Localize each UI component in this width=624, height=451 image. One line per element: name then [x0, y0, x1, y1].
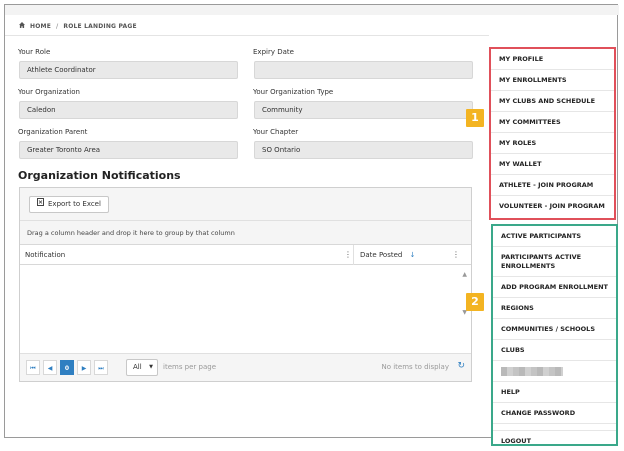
export-label: Export to Excel — [48, 200, 101, 208]
menu-item-clubs[interactable]: CLUBS — [493, 340, 616, 361]
organization-field: Caledon — [19, 101, 238, 119]
home-icon[interactable] — [19, 22, 25, 30]
menu-item-regions[interactable]: REGIONS — [493, 298, 616, 319]
menu-item-active-participants[interactable]: ACTIVE PARTICIPANTS — [493, 226, 616, 247]
role-field: Athlete Coordinator — [19, 61, 238, 79]
column-date-label: Date Posted — [360, 251, 403, 259]
expiry-label: Expiry Date — [253, 48, 294, 56]
grid-header: Notification ⋮ Date Posted ↓ ⋮ — [20, 245, 471, 265]
page-size-select[interactable]: All ▼ — [126, 359, 158, 376]
chapter-label: Your Chapter — [253, 128, 299, 136]
page-size-value: All — [133, 363, 142, 371]
menu-item-add-program-enrollment[interactable]: ADD PROGRAM ENROLLMENT — [493, 277, 616, 298]
column-menu-icon[interactable]: ⋮ — [344, 245, 352, 265]
organization-label: Your Organization — [18, 88, 80, 96]
menu-item-volunteer-join-program[interactable]: VOLUNTEER - JOIN PROGRAM — [491, 196, 614, 217]
breadcrumb-separator: / — [56, 22, 59, 30]
divider — [5, 35, 489, 36]
breadcrumb: HOME / ROLE LANDING PAGE — [19, 22, 137, 30]
chapter-field: SO Ontario — [254, 141, 473, 159]
column-header-date-posted[interactable]: Date Posted ↓ ⋮ — [354, 245, 471, 265]
callout-badge-1: 1 — [466, 109, 484, 127]
app-window: HOME / ROLE LANDING PAGE Your Role Athle… — [4, 4, 619, 446]
organization-parent-label: Organization Parent — [18, 128, 88, 136]
column-header-notification[interactable]: Notification ⋮ — [20, 245, 354, 265]
menu-item-participants-active-enrollments[interactable]: PARTICIPANTS ACTIVE ENROLLMENTS — [493, 247, 616, 277]
menu-item-my-wallet[interactable]: MY WALLET — [491, 154, 614, 175]
menu-item-communities-schools[interactable]: COMMUNITIES / SCHOOLS — [493, 319, 616, 340]
group-drop-area[interactable]: Drag a column header and drop it here to… — [20, 221, 471, 245]
callout-badge-2: 2 — [466, 293, 484, 311]
column-notification-label: Notification — [25, 251, 66, 259]
organization-type-field: Community — [254, 101, 473, 119]
current-page-button[interactable]: 0 — [60, 360, 74, 375]
refresh-icon[interactable]: ↻ — [457, 358, 465, 375]
next-page-button[interactable]: ▶ — [77, 360, 91, 375]
excel-icon — [37, 197, 44, 212]
menu-item-logout[interactable]: LOGOUT — [493, 430, 616, 451]
role-label: Your Role — [18, 48, 51, 56]
personal-menu: MY PROFILE MY ENROLLMENTS MY CLUBS AND S… — [489, 47, 616, 220]
grid-body: ▲ ▼ — [20, 265, 471, 353]
first-page-button[interactable]: ⏮ — [26, 360, 40, 375]
sort-descending-icon: ↓ — [409, 251, 416, 259]
breadcrumb-home[interactable]: HOME — [30, 23, 51, 30]
menu-item-redacted[interactable] — [493, 361, 616, 382]
redacted-text — [501, 366, 563, 376]
menu-item-my-roles[interactable]: MY ROLES — [491, 133, 614, 154]
menu-item-athlete-join-program[interactable]: ATHLETE - JOIN PROGRAM — [491, 175, 614, 196]
last-page-button[interactable]: ⏭ — [94, 360, 108, 375]
menu-item-my-profile[interactable]: MY PROFILE — [491, 49, 614, 70]
organization-parent-field: Greater Toronto Area — [19, 141, 238, 159]
breadcrumb-current: ROLE LANDING PAGE — [63, 22, 137, 30]
column-menu-icon[interactable]: ⋮ — [452, 245, 460, 265]
menu-item-change-password[interactable]: CHANGE PASSWORD — [493, 403, 616, 424]
menu-item-help[interactable]: HELP — [493, 382, 616, 403]
previous-page-button[interactable]: ◀ — [43, 360, 57, 375]
top-bar — [5, 5, 619, 15]
items-per-page-label: items per page — [163, 363, 217, 371]
notifications-title: Organization Notifications — [18, 169, 181, 182]
grid-pager: ⏮ ◀ 0 ▶ ⏭ All ▼ items per page No items … — [20, 353, 471, 381]
no-items-label: No items to display — [381, 363, 449, 371]
menu-item-my-enrollments[interactable]: MY ENROLLMENTS — [491, 70, 614, 91]
menu-item-my-clubs-and-schedule[interactable]: MY CLUBS AND SCHEDULE — [491, 91, 614, 112]
chevron-down-icon: ▼ — [149, 364, 153, 370]
scroll-up-icon[interactable]: ▲ — [462, 271, 467, 278]
grid-toolbar: Export to Excel — [20, 188, 471, 221]
organization-type-label: Your Organization Type — [253, 88, 334, 96]
management-menu: ACTIVE PARTICIPANTS PARTICIPANTS ACTIVE … — [491, 224, 618, 446]
export-to-excel-button[interactable]: Export to Excel — [29, 196, 109, 213]
notifications-grid: Export to Excel Drag a column header and… — [19, 187, 472, 382]
expiry-field — [254, 61, 473, 79]
menu-item-my-committees[interactable]: MY COMMITTEES — [491, 112, 614, 133]
